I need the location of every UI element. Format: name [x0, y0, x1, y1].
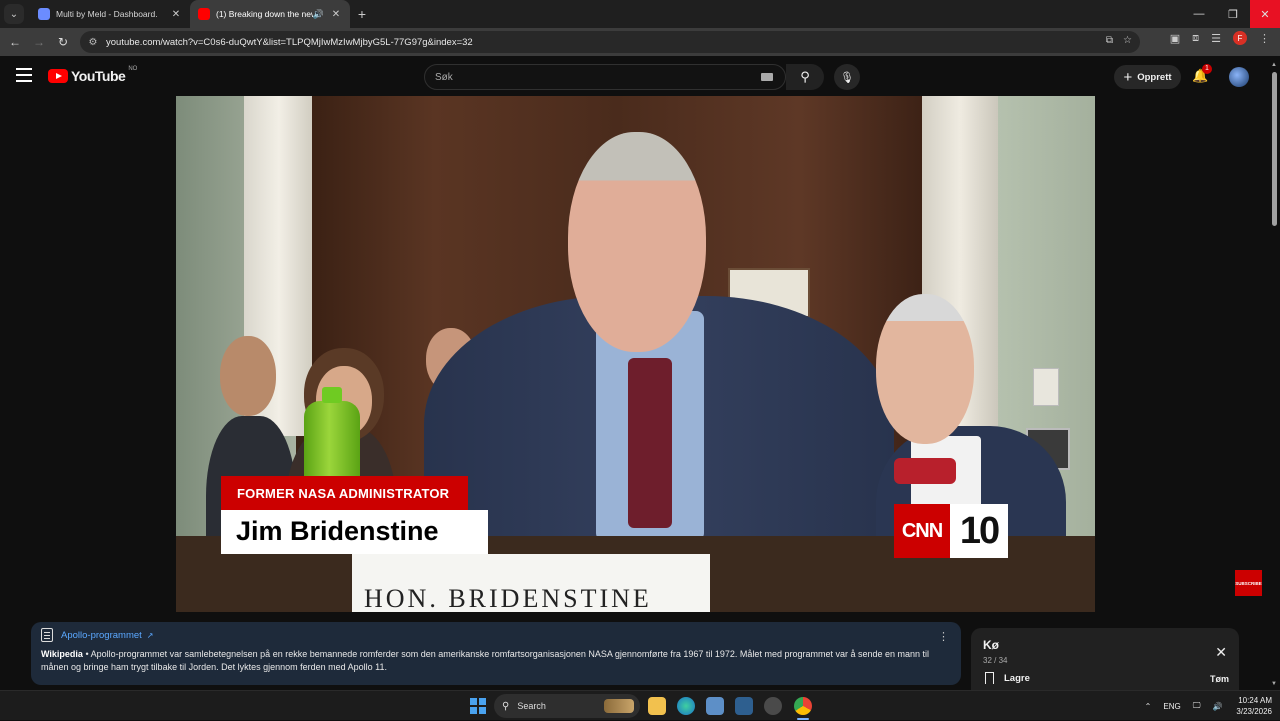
search-placeholder: Søk: [435, 71, 453, 83]
tab-title: (1) Breaking down the new: [216, 9, 313, 19]
create-button[interactable]: + Opprett: [1114, 65, 1181, 89]
windows-start-icon[interactable]: [470, 698, 486, 714]
taskbar-search[interactable]: ⚲ Search: [494, 694, 640, 718]
external-link-icon[interactable]: ↗: [147, 631, 154, 640]
tray-chevron-icon[interactable]: ⌃: [1145, 702, 1152, 711]
bookmark-star-icon[interactable]: ☆: [1123, 35, 1132, 46]
cnn-logo: CNN: [894, 504, 950, 558]
youtube-play-icon: [48, 69, 68, 83]
install-app-icon[interactable]: ⧉: [1106, 35, 1113, 46]
edge-icon[interactable]: [677, 697, 695, 715]
clock-date: 3/23/2026: [1236, 707, 1272, 716]
tab-title: Multi by Meld - Dashboard.: [56, 9, 158, 19]
hamburger-menu-icon[interactable]: [16, 68, 32, 84]
reading-list-icon[interactable]: ☰: [1211, 32, 1221, 45]
more-options-icon[interactable]: ⋮: [938, 630, 949, 643]
info-title-link[interactable]: Apollo-programmet: [61, 630, 142, 641]
clock-time: 10:24 AM: [1238, 696, 1272, 705]
restore-icon[interactable]: ❐: [1216, 0, 1250, 28]
lower-third-name: Jim Bridenstine: [221, 510, 488, 554]
subscribe-watermark[interactable]: SUBSCRIBE: [1235, 570, 1262, 596]
keyboard-icon[interactable]: [761, 73, 773, 81]
tab-youtube-video[interactable]: (1) Breaking down the new 🔊 ✕: [190, 0, 350, 28]
tab-meld-dashboard[interactable]: Multi by Meld - Dashboard. ✕: [30, 0, 190, 28]
queue-panel: Kø 32 / 34 ✕ Lagre Tøm: [971, 628, 1239, 690]
cnn10-number: 10: [950, 504, 1008, 558]
search-input[interactable]: Søk: [424, 64, 786, 90]
settings-app-icon[interactable]: [764, 697, 782, 715]
video-frame: HON. BRIDENSTINE FORMER NASA ADMINISTRAT…: [176, 96, 1095, 612]
forward-icon[interactable]: →: [27, 30, 51, 54]
notification-badge: 1: [1202, 64, 1212, 74]
url-text: youtube.com/watch?v=C0s6-duQwtY&list=TLP…: [106, 36, 473, 48]
extensions-row: ▣ ⧈ ☰ F ⋮: [1170, 31, 1270, 45]
site-info-icon[interactable]: ⚙: [86, 35, 100, 49]
taskbar-search-label: Search: [517, 701, 546, 711]
volume-icon[interactable]: 🔊: [1212, 702, 1222, 711]
plus-icon: +: [1123, 68, 1133, 86]
speaker-icon[interactable]: 🔊: [313, 9, 324, 20]
info-source[interactable]: Wikipedia: [41, 649, 83, 659]
scroll-down-icon[interactable]: ▼: [1271, 681, 1277, 687]
minimize-icon[interactable]: —: [1182, 0, 1216, 28]
window-controls: — ❐ ✕: [1182, 0, 1280, 28]
file-explorer-icon[interactable]: [648, 697, 666, 715]
windows-taskbar: ⚲ Search ⌃ ENG 🖵 🔊 10:24 AM 3/23/2026: [0, 690, 1280, 720]
tab-search-chevron-icon[interactable]: ⌄: [4, 4, 24, 24]
queue-title: Kø: [983, 638, 999, 652]
queue-count: 32 / 34: [983, 656, 1008, 665]
scrollbar-thumb[interactable]: [1272, 72, 1277, 226]
bookmark-icon: [985, 672, 994, 684]
info-description: Wikipedia • Apollo-programmet var samleb…: [41, 649, 930, 672]
nameplate: HON. BRIDENSTINE: [352, 554, 710, 612]
youtube-header: YouTube NO Søk ⚲ 🎙 + Opprett 🔔 1: [0, 56, 1280, 96]
window-close-icon[interactable]: ✕: [1250, 0, 1280, 28]
document-icon: [41, 628, 53, 642]
chrome-icon[interactable]: [794, 697, 812, 715]
info-text: Apollo-programmet var samlebetegnelsen p…: [41, 649, 930, 672]
video-player[interactable]: HON. BRIDENSTINE FORMER NASA ADMINISTRAT…: [176, 96, 1095, 612]
microphone-icon: 🎙: [840, 71, 854, 84]
search-icon: ⚲: [800, 69, 810, 84]
youtube-favicon-icon: [198, 8, 210, 20]
network-icon[interactable]: 🖵: [1193, 701, 1201, 711]
chrome-menu-icon[interactable]: ⋮: [1259, 32, 1270, 45]
tab-groups-icon[interactable]: ▣: [1170, 32, 1180, 45]
search-button[interactable]: ⚲: [786, 64, 824, 90]
meld-favicon-icon: [38, 8, 50, 20]
close-tab-icon[interactable]: ✕: [330, 9, 342, 20]
address-bar[interactable]: ⚙ youtube.com/watch?v=C0s6-duQwtY&list=T…: [80, 31, 1140, 53]
close-tab-icon[interactable]: ✕: [170, 9, 182, 20]
notifications-bell-icon[interactable]: 🔔 1: [1192, 64, 1212, 86]
queue-close-icon[interactable]: ✕: [1215, 644, 1227, 661]
browser-toolbar: ← → ↻ ⚙ youtube.com/watch?v=C0s6-duQwtY&…: [0, 28, 1280, 56]
language-indicator[interactable]: ENG: [1163, 702, 1180, 711]
queue-save-button[interactable]: Lagre: [985, 672, 1030, 684]
scroll-up-icon[interactable]: ▲: [1271, 62, 1277, 68]
system-tray: ⌃ ENG 🖵 🔊 10:24 AM 3/23/2026: [1133, 691, 1272, 721]
clock[interactable]: 10:24 AM 3/23/2026: [1236, 695, 1272, 717]
app-window-icon[interactable]: [706, 697, 724, 715]
omnibox-actions: ⧉ ☆: [1106, 35, 1132, 46]
profile-avatar[interactable]: F: [1233, 31, 1247, 45]
queue-clear-button[interactable]: Tøm: [1210, 674, 1229, 684]
reload-icon[interactable]: ↻: [51, 30, 75, 54]
country-code: NO: [128, 66, 138, 72]
new-tab-plus-icon[interactable]: +: [350, 6, 374, 22]
create-label: Opprett: [1137, 71, 1172, 83]
browser-tabstrip: ⌄ Multi by Meld - Dashboard. ✕ (1) Break…: [0, 0, 1280, 28]
save-label: Lagre: [1004, 672, 1030, 684]
snipping-tool-icon[interactable]: [735, 697, 753, 715]
info-panel: Apollo-programmet ↗ Wikipedia • Apollo-p…: [31, 622, 961, 685]
account-avatar[interactable]: [1229, 67, 1249, 87]
youtube-logo[interactable]: YouTube NO: [48, 66, 138, 84]
search-highlight-image: [604, 699, 634, 713]
search-icon: ⚲: [502, 700, 510, 712]
extensions-puzzle-icon[interactable]: ⧈: [1192, 32, 1199, 45]
back-icon[interactable]: ←: [3, 30, 27, 54]
voice-search-button[interactable]: 🎙: [834, 64, 860, 90]
youtube-wordmark: YouTube: [71, 68, 126, 84]
lower-third-title: FORMER NASA ADMINISTRATOR: [221, 476, 468, 510]
